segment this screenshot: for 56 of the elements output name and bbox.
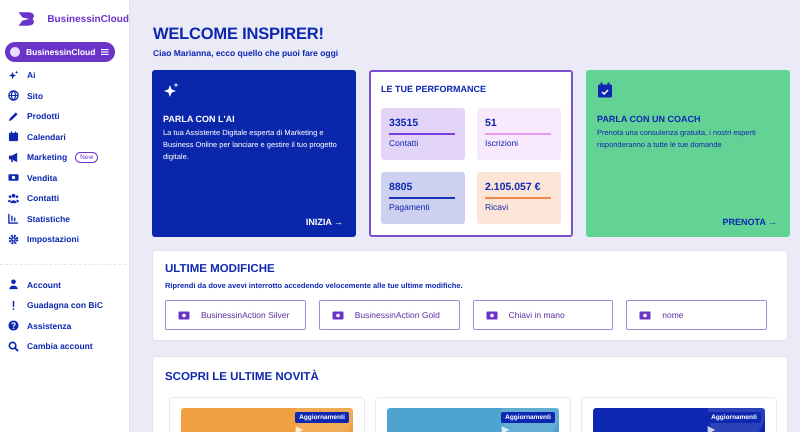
- section-title: ULTIME MODIFICHE: [165, 263, 276, 275]
- nav-item[interactable]: Cambia account: [27, 341, 93, 352]
- nav-item[interactable]: Prodotti: [27, 111, 60, 122]
- brand-name: BusinessinCloud: [47, 14, 129, 24]
- menu-icon: [101, 48, 109, 56]
- people-icon: [8, 192, 19, 204]
- calendar-icon: [8, 131, 19, 142]
- stat-value: 33515: [389, 117, 420, 129]
- nav-item[interactable]: Impostazioni: [27, 234, 79, 244]
- recent-item-button[interactable]: Chiavi in mano: [472, 300, 614, 330]
- stat-value: 8805: [389, 181, 414, 193]
- section-title: SCOPRI LE ULTIME NOVITÀ: [165, 371, 320, 383]
- banknote-icon: [332, 310, 344, 320]
- page-subtitle: Ciao Marianna, ecco quello che puoi fare oggi: [153, 48, 340, 58]
- recent-item-button[interactable]: BusinessinAction Gold: [318, 300, 460, 330]
- banknote-icon: [486, 310, 498, 320]
- chart-icon: [8, 213, 19, 224]
- banknote-icon: [639, 310, 652, 320]
- nav-item[interactable]: Guadagna con BiC: [27, 300, 104, 310]
- nav-item[interactable]: Sito: [27, 90, 44, 101]
- book-link[interactable]: PRENOTA →: [722, 217, 777, 227]
- money-icon: [8, 172, 19, 184]
- workspace-switcher[interactable]: BusinessinCloud: [5, 42, 115, 62]
- banknote-icon: [178, 310, 190, 320]
- gear-icon: [8, 234, 19, 245]
- pencil-icon: [8, 110, 19, 122]
- megaphone-icon: [8, 152, 19, 163]
- stat-label: Contatti: [389, 138, 420, 148]
- nav-item[interactable]: Marketing: [27, 152, 68, 162]
- card-title: LE TUE PERFORMANCE: [381, 84, 488, 94]
- stat-label: Ricavi: [485, 202, 510, 212]
- nav-item[interactable]: Account: [27, 280, 61, 290]
- stat-value: 2.105.057 €: [485, 181, 542, 193]
- start-link[interactable]: INIZIA →: [306, 217, 343, 227]
- nav-item[interactable]: Contatti: [27, 193, 60, 204]
- nav-item[interactable]: Calendari: [27, 132, 66, 142]
- person-icon: [8, 279, 19, 290]
- nav-item[interactable]: Statistiche: [27, 214, 70, 224]
- stat-label: Pagamenti: [389, 202, 431, 212]
- nav-item[interactable]: Assistenza: [27, 320, 72, 331]
- calendar-check-icon: [597, 82, 613, 98]
- card-title: PARLA CON L'AI: [163, 114, 236, 124]
- recent-item-button[interactable]: BusinessinAction Silver: [165, 300, 306, 330]
- nav-item[interactable]: Ai: [27, 70, 36, 80]
- page-title: WELCOME INSPIRER!: [153, 25, 325, 44]
- recent-item-button[interactable]: nome: [626, 300, 767, 330]
- sparkle-icon: [8, 70, 19, 81]
- card-title: PARLA CON UN COACH: [597, 114, 702, 124]
- nav-item[interactable]: Vendita: [27, 172, 58, 183]
- workspace-avatar-icon: [10, 47, 20, 57]
- question-icon: [8, 320, 19, 332]
- globe-icon: [8, 90, 19, 102]
- stat-value: 51: [485, 117, 498, 129]
- sparkle-icon: [163, 82, 179, 98]
- search-icon: [8, 340, 19, 352]
- stat-label: Iscrizioni: [485, 138, 520, 148]
